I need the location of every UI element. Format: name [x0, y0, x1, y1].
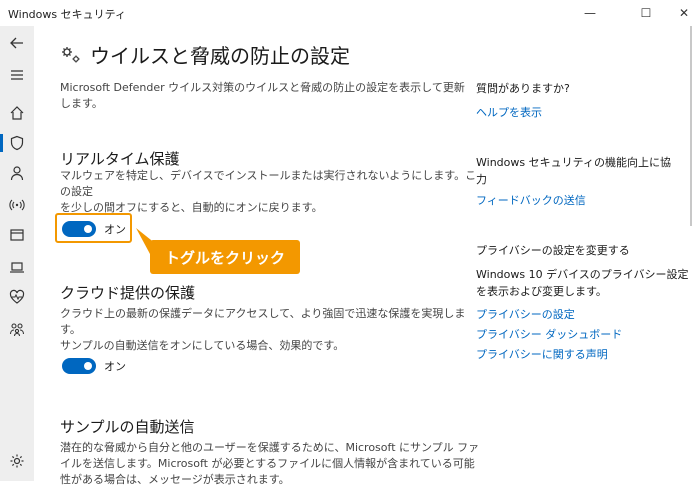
privacy-settings-link[interactable]: プライバシーの設定	[476, 306, 575, 322]
page-title: ウイルスと脅威の防止の設定	[90, 44, 350, 68]
click-toggle-callout: トグルをクリック	[150, 240, 300, 274]
cloud-protection-toggle[interactable]	[62, 358, 96, 374]
app-browser-icon[interactable]	[0, 220, 34, 250]
laptop-icon[interactable]	[0, 252, 34, 282]
question-heading: 質問がありますか?	[476, 82, 570, 95]
wifi-icon[interactable]	[0, 190, 34, 220]
title-bar: Windows セキュリティ — ☐ ✕	[0, 0, 700, 26]
heart-icon[interactable]	[0, 282, 34, 312]
gear-icon[interactable]	[0, 446, 34, 476]
back-arrow-icon[interactable]	[0, 28, 34, 58]
sample-submission-title: サンプルの自動送信	[60, 418, 195, 436]
page-header: ウイルスと脅威の防止の設定	[60, 40, 350, 69]
cloud-desc-line-2: サンプルの自動送信をオンにしている場合、効果的です。	[60, 339, 345, 352]
home-icon[interactable]	[0, 98, 34, 128]
window-title: Windows セキュリティ	[8, 8, 126, 21]
realtime-desc-line-1: マルウェアを特定し、デバイスでインストールまたは実行されないようにします。この設…	[60, 169, 477, 198]
cloud-desc-line-1: クラウド上の最新の保護データにアクセスして、より強固で迅速な保護を実現します。	[60, 307, 466, 336]
intro-line-1: Microsoft Defender ウイルス対策のウイルスと脅威の防止の設定を…	[60, 81, 465, 94]
cloud-protection-title: クラウド提供の保護	[60, 284, 196, 302]
feedback-link[interactable]: フィードバックの送信	[476, 192, 586, 208]
cloud-protection-desc: クラウド上の最新の保護データにアクセスして、より強固で迅速な保護を実現します。 …	[60, 306, 480, 354]
shield-icon[interactable]	[0, 128, 34, 158]
improve-text: Windows セキュリティの機能向上に協 力	[476, 154, 671, 188]
improve-line-1: Windows セキュリティの機能向上に協	[476, 156, 671, 169]
sidebar	[0, 26, 34, 481]
intro-text: Microsoft Defender ウイルス対策のウイルスと脅威の防止の設定を…	[60, 80, 480, 112]
menu-icon[interactable]	[0, 60, 34, 90]
privacy-desc-line-2: を表示および変更します。	[476, 285, 607, 298]
main-content: ウイルスと脅威の防止の設定 Microsoft Defender ウイルス対策の…	[34, 26, 700, 486]
improve-line-2: 力	[476, 173, 487, 186]
close-button[interactable]: ✕	[662, 0, 700, 26]
privacy-desc: Windows 10 デバイスのプライバシー設定 を表示および変更します。	[476, 266, 689, 300]
person-icon[interactable]	[0, 158, 34, 188]
family-icon[interactable]	[0, 314, 34, 344]
intro-line-2: します。	[60, 97, 103, 110]
privacy-dashboard-link[interactable]: プライバシー ダッシュボード	[476, 326, 622, 342]
cloud-protection-toggle-row: オン	[62, 358, 126, 374]
privacy-statement-link[interactable]: プライバシーに関する声明	[476, 346, 608, 362]
toggle-highlight-box	[55, 213, 132, 243]
help-link[interactable]: ヘルプを表示	[476, 104, 542, 120]
cloud-toggle-label: オン	[104, 360, 126, 373]
sample-desc-line-2: イルを送信します。Microsoft が必要とするファイルに個人情報が含まれてい…	[60, 457, 475, 470]
settings-gears-icon	[62, 46, 80, 62]
minimize-button[interactable]: —	[568, 0, 612, 26]
realtime-protection-title: リアルタイム保護	[60, 150, 180, 168]
scrollbar[interactable]	[690, 26, 692, 226]
sample-desc-line-1: 潜在的な脅威から自分と他のユーザーを保護するために、Microsoft にサンプ…	[60, 441, 480, 454]
sample-desc-line-3: 性がある場合は、メッセージが表示されます。	[60, 473, 290, 486]
realtime-protection-desc: マルウェアを特定し、デバイスでインストールまたは実行されないようにします。この設…	[60, 168, 480, 216]
privacy-heading: プライバシーの設定を変更する	[476, 244, 630, 257]
privacy-desc-line-1: Windows 10 デバイスのプライバシー設定	[476, 268, 689, 281]
